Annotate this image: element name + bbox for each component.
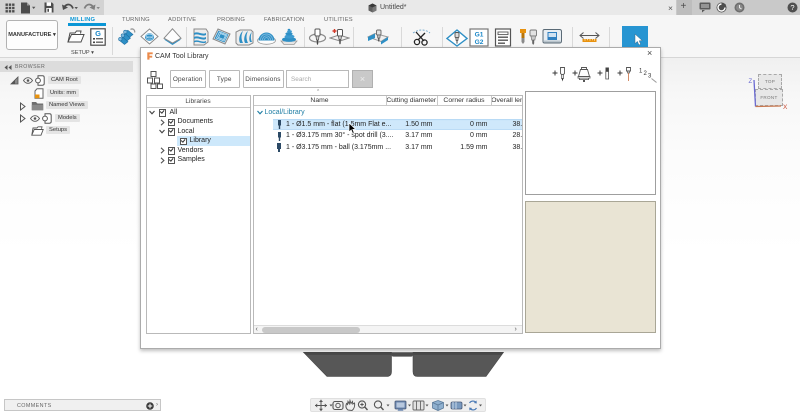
- svg-text:G2: G2: [475, 39, 484, 46]
- svg-text:G: G: [95, 29, 101, 38]
- svg-text:X: X: [783, 104, 788, 111]
- svg-text:2: 2: [644, 71, 648, 77]
- svg-text:G1: G1: [475, 32, 484, 39]
- svg-text:?: ?: [790, 3, 794, 12]
- svg-text:1: 1: [639, 69, 643, 75]
- svg-text:Z: Z: [749, 79, 753, 85]
- svg-text:3: 3: [648, 74, 652, 80]
